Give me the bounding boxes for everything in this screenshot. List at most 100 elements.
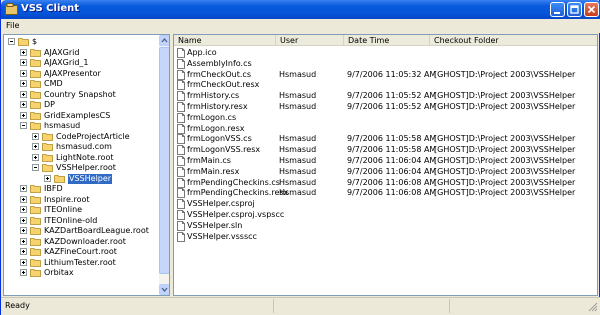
file-icon (177, 69, 185, 80)
tree-item-label[interactable]: hsmasud (44, 121, 80, 131)
cell-user: Hsmasud (279, 145, 317, 155)
tree-item-label[interactable]: $ (32, 37, 37, 47)
maximize-button[interactable] (567, 2, 582, 17)
folder-icon (30, 69, 41, 78)
column-header-name[interactable]: Name (174, 35, 276, 46)
tree-item-label[interactable]: ITEOnline-old (44, 216, 97, 226)
cell-name: VSSHelper.csproj.vspscc (187, 210, 285, 219)
collapse-icon[interactable] (8, 38, 15, 45)
tree-item-label[interactable]: KAZDownloader.root (44, 237, 126, 247)
list-row[interactable]: AssemblyInfo.cs (174, 58, 597, 69)
tree-item-label[interactable]: ITEOnline (44, 205, 82, 215)
expand-icon[interactable] (20, 90, 27, 98)
expand-icon[interactable] (20, 195, 27, 203)
tree-item-label[interactable]: LightNote.root (56, 153, 113, 163)
tree-item-label[interactable]: AJAXGrid (44, 48, 79, 58)
expand-icon[interactable] (32, 143, 39, 150)
tree-item-label[interactable]: IBFD (44, 184, 63, 194)
expand-icon[interactable] (20, 258, 27, 266)
file-icon (177, 48, 185, 58)
expand-icon[interactable] (20, 185, 27, 192)
expand-icon[interactable] (32, 153, 39, 161)
expand-icon[interactable] (20, 101, 27, 108)
list-row[interactable]: VSSHelper.vssscc (174, 231, 597, 242)
expand-icon[interactable] (20, 59, 27, 66)
close-button[interactable] (584, 2, 599, 17)
open-folder-icon (42, 164, 53, 172)
menu-file[interactable]: File (6, 21, 19, 30)
expand-icon[interactable] (20, 206, 27, 213)
cell-folder: [GHOST]D:\Project 2003\VSSHelper (434, 69, 576, 79)
expand-icon[interactable] (20, 269, 27, 276)
tree-item-label[interactable]: CodeProjectArticle (56, 132, 130, 142)
list-row[interactable]: frmHistory.cs Hsmasud 9/7/2006 11:05:52 AM… (174, 91, 597, 102)
column-header-checkout-folder[interactable]: Checkout Folder (430, 35, 597, 46)
list-row[interactable]: frmMain.resx Hsmasud 9/7/2006 11:06:04 AM[… (174, 167, 597, 177)
folder-icon (30, 237, 41, 246)
tree-item-label[interactable]: AJAXPresentor (44, 69, 101, 79)
list-row[interactable]: frmPendingCheckins.cs Hsmasud 9/7/2006 11:… (174, 177, 597, 188)
expand-icon[interactable] (20, 237, 27, 245)
expand-icon[interactable] (32, 132, 39, 140)
column-header-datetime[interactable]: Date Time (344, 35, 430, 46)
file-icon (177, 102, 185, 112)
collapse-icon[interactable] (20, 122, 27, 129)
tree-item-label[interactable]: AJAXGrid_1 (44, 58, 89, 68)
tree-item-label[interactable]: KAZFineCourt.root (44, 247, 117, 257)
list-row[interactable]: frmLogonVSS.cs Hsmasud 9/7/2006 11:05:58 A… (174, 134, 597, 145)
cell-datetime: 9/7/2006 11:06:04 AM (347, 156, 437, 165)
cell-name: VSSHelper.sln (187, 220, 243, 230)
scroll-down-button[interactable] (159, 284, 169, 295)
expand-icon[interactable] (20, 227, 27, 234)
file-icon (177, 58, 185, 69)
expand-icon[interactable] (44, 174, 51, 182)
scroll-up-button[interactable] (159, 35, 169, 46)
expand-icon[interactable] (20, 48, 27, 56)
minimize-button[interactable] (550, 2, 565, 17)
list-row[interactable]: App.ico (174, 48, 597, 58)
file-list[interactable]: Name User Date Time Checkout Folder App.… (173, 34, 598, 296)
scroll-thumb[interactable] (159, 47, 169, 274)
collapse-icon[interactable] (32, 164, 39, 171)
list-row[interactable]: frmLogonVSS.resx Hsmasud 9/7/2006 11:05:58… (174, 145, 597, 156)
file-icon (177, 145, 185, 156)
cell-folder: [GHOST]D:\Project 2003\VSSHelper (434, 177, 576, 187)
tree-item-label[interactable]: DP (44, 100, 55, 110)
title-bar[interactable]: VSS Client (1, 0, 600, 19)
file-icon (177, 80, 185, 91)
cell-name: frmMain.cs (187, 156, 231, 165)
tree-item-label[interactable]: Country Snapshot (44, 90, 116, 100)
tree-item-label[interactable]: KAZDartBoardLeague.root (44, 226, 149, 236)
cell-datetime: 9/7/2006 11:05:58 AM (347, 134, 437, 144)
tree-item-label[interactable]: VSSHelper.root (56, 163, 116, 173)
column-header-user[interactable]: User (276, 35, 344, 46)
minimize-icon (554, 12, 560, 14)
tree-item-label[interactable]: CMD (44, 79, 63, 89)
tree-item-label[interactable]: Orbitax (44, 268, 74, 278)
list-row[interactable]: frmPendingCheckins.resx Hsmasud 9/7/2006 1… (174, 188, 597, 199)
file-icon (177, 231, 185, 242)
tree-item-label[interactable]: VSSHelper (68, 173, 113, 184)
folder-tree[interactable]: $ AJAXGrid AJAXGrid_1 AJAXPresentor CMD Count… (3, 34, 170, 296)
list-row[interactable]: frmHistory.resx Hsmasud 9/7/2006 11:05:52 … (174, 102, 597, 112)
list-row[interactable]: VSSHelper.sln (174, 220, 597, 231)
expand-icon[interactable] (20, 111, 27, 119)
resize-grip-icon[interactable] (587, 301, 598, 312)
tree-item-label[interactable]: GridExamplesCS (44, 111, 110, 121)
expand-icon[interactable] (20, 216, 27, 224)
list-row[interactable]: frmLogon.resx (174, 124, 597, 134)
expand-icon[interactable] (20, 69, 27, 77)
list-row[interactable]: frmLogon.cs (174, 112, 597, 123)
cell-name: frmLogon.cs (187, 112, 237, 122)
tree-item-label[interactable]: hsmasud.com (56, 142, 112, 152)
expand-icon[interactable] (20, 248, 27, 255)
tree-item-label[interactable]: LithiumTester.root (44, 258, 116, 268)
list-row[interactable]: VSSHelper.csproj.vspscc (174, 210, 597, 220)
tree-scrollbar[interactable] (159, 35, 169, 295)
list-row[interactable]: frmCheckOut.resx (174, 80, 597, 91)
expand-icon[interactable] (20, 80, 27, 87)
list-row[interactable]: frmMain.cs Hsmasud 9/7/2006 11:06:04 AM [GH… (174, 156, 597, 166)
tree-item-label[interactable]: Inspire.root (44, 195, 90, 205)
list-row[interactable]: frmCheckOut.cs Hsmasud 9/7/2006 11:05:32 A… (174, 69, 597, 80)
list-row[interactable]: VSSHelper.csproj (174, 199, 597, 210)
